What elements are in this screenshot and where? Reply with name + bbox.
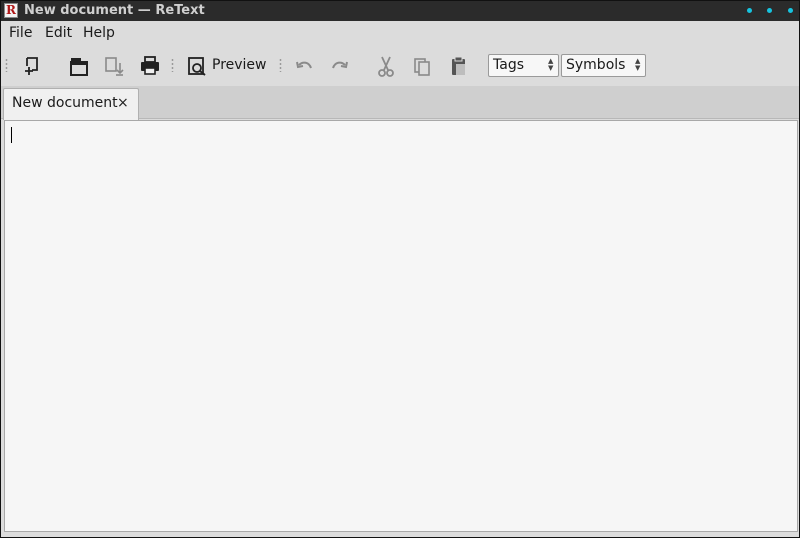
- menu-bar: File Edit Help: [1, 21, 799, 45]
- toolbar-separator: [171, 58, 174, 72]
- tab-bar: New document ×: [1, 86, 799, 120]
- close-window-button[interactable]: [788, 8, 793, 13]
- copy-button[interactable]: [409, 53, 435, 79]
- toolbar: Preview Tags ▲ ▼ Symbols ▲ ▼: [1, 45, 799, 86]
- symbols-combo[interactable]: Symbols ▲ ▼: [561, 54, 646, 77]
- close-tab-icon[interactable]: ×: [117, 95, 129, 112]
- print-icon: [141, 56, 159, 75]
- title-bar[interactable]: R New document — ReText: [1, 1, 799, 21]
- menu-edit[interactable]: Edit: [45, 25, 72, 42]
- window-title: New document — ReText: [24, 3, 205, 18]
- print-button[interactable]: [137, 53, 163, 79]
- paste-icon: [452, 56, 465, 75]
- spin-arrows-icon: ▲ ▼: [635, 57, 641, 72]
- editor-text-area[interactable]: [4, 120, 798, 532]
- redo-button[interactable]: [327, 53, 353, 79]
- copy-icon: [414, 58, 430, 76]
- minimize-button[interactable]: [746, 8, 752, 13]
- retext-window: R New document — ReText File Edit Help P…: [0, 0, 800, 538]
- tags-combo-value: Tags: [493, 57, 524, 73]
- toolbar-handle[interactable]: [5, 58, 8, 72]
- preview-button[interactable]: [184, 53, 210, 79]
- toolbar-separator: [279, 58, 282, 72]
- window-controls: [736, 8, 793, 14]
- paste-button[interactable]: [446, 53, 472, 79]
- open-button[interactable]: [66, 53, 92, 79]
- tab-new-document[interactable]: New document ×: [3, 88, 139, 120]
- open-folder-icon: [70, 58, 88, 76]
- app-icon: R: [4, 3, 18, 18]
- menu-file[interactable]: File: [9, 25, 32, 42]
- menu-help[interactable]: Help: [83, 25, 115, 42]
- undo-button[interactable]: [291, 53, 317, 79]
- spin-arrows-icon: ▲ ▼: [548, 57, 554, 72]
- tags-combo[interactable]: Tags ▲ ▼: [488, 54, 559, 77]
- symbols-combo-value: Symbols: [566, 57, 626, 73]
- cut-icon: [378, 56, 394, 77]
- new-document-icon: [25, 57, 38, 75]
- save-icon: [105, 57, 124, 76]
- tab-label: New document: [12, 95, 118, 111]
- undo-icon: [296, 61, 312, 69]
- maximize-button[interactable]: [767, 8, 773, 13]
- new-document-button[interactable]: [18, 53, 44, 79]
- redo-icon: [332, 61, 348, 69]
- save-button[interactable]: [101, 53, 127, 79]
- text-caret: [11, 127, 12, 143]
- preview-label[interactable]: Preview: [212, 57, 267, 74]
- cut-button[interactable]: [373, 53, 399, 79]
- preview-icon: [188, 57, 206, 76]
